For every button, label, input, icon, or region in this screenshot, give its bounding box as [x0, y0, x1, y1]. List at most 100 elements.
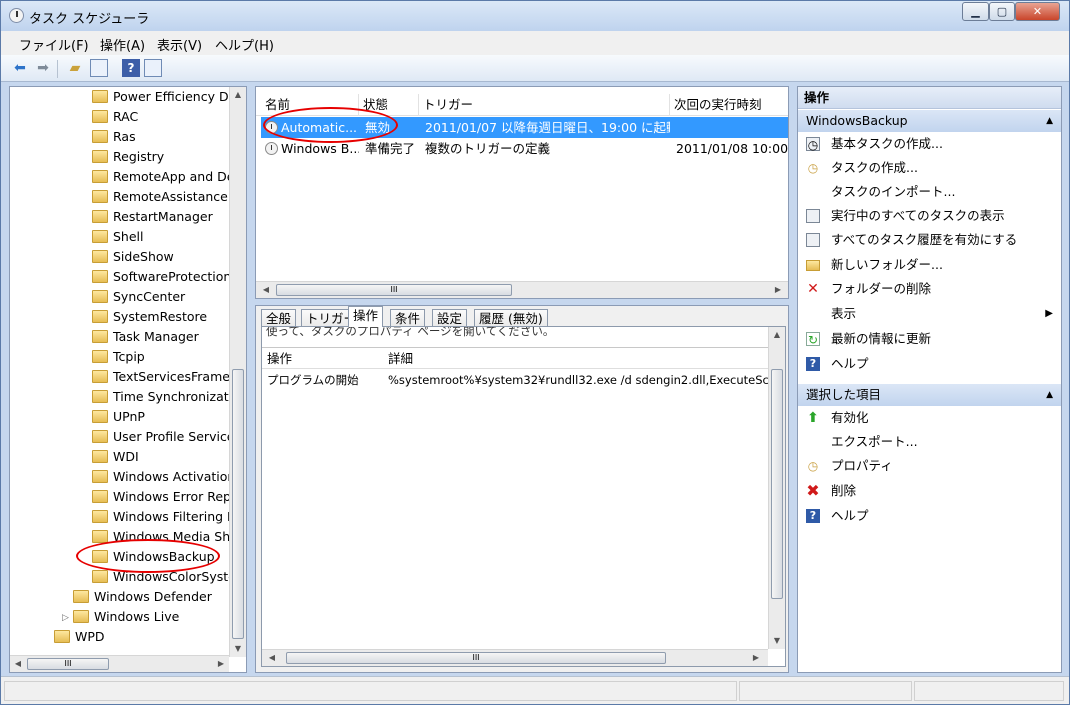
tree-item[interactable]: Windows Media Shar: [92, 528, 243, 546]
tree-item[interactable]: Windows Activation: [92, 468, 235, 486]
show-hide-tree-icon[interactable]: [90, 59, 108, 77]
task-row[interactable]: Automatic... 無効 2011/01/07 以降毎週日曜日、19:00…: [261, 117, 788, 138]
scroll-left-arrow-icon[interactable]: ◀: [264, 650, 280, 666]
tree-item[interactable]: WindowsColorSysten: [92, 568, 244, 586]
menu-action[interactable]: 操作(A): [100, 35, 145, 54]
collapse-caret-icon[interactable]: ▲: [1046, 110, 1053, 132]
actions-scroll-thumb[interactable]: [771, 369, 783, 599]
back-arrow-icon[interactable]: ⬅: [11, 59, 29, 77]
tree-item[interactable]: Windows Defender: [73, 588, 212, 606]
action-item[interactable]: すべてのタスク履歴を有効にする: [798, 229, 1061, 251]
actions-pane: 操作 WindowsBackup ▲ ◷ 基本タスクの作成... ◷ タスクの作成..…: [797, 86, 1062, 673]
action-item[interactable]: ◷ 基本タスクの作成...: [798, 133, 1061, 155]
action-item[interactable]: エクスポート...: [798, 431, 1061, 453]
task-name-cell: Windows B...: [265, 138, 359, 159]
tree-item[interactable]: SystemRestore: [92, 308, 207, 326]
tab-actions[interactable]: 操作: [348, 306, 384, 327]
action-item[interactable]: 表示 ▶: [798, 303, 1061, 325]
scroll-right-arrow-icon[interactable]: ▶: [770, 282, 786, 298]
tree-item-label: Task Manager: [113, 329, 199, 344]
tree-item[interactable]: User Profile Service: [92, 428, 235, 446]
folder-icon: [92, 310, 108, 323]
tree-item[interactable]: TextServicesFramew: [92, 368, 240, 386]
column-detail[interactable]: 詳細: [388, 348, 413, 370]
task-list-hscrollbar[interactable]: ◀ III ▶: [256, 281, 788, 298]
scroll-up-arrow-icon[interactable]: ▲: [230, 87, 246, 103]
tree-item[interactable]: Task Manager: [92, 328, 199, 346]
tree-item[interactable]: ▷ Windows Live: [62, 608, 179, 626]
tree-item-label: User Profile Service: [113, 429, 235, 444]
task-clock-icon: [265, 142, 278, 155]
tree-hscroll-thumb[interactable]: III: [27, 658, 109, 670]
scroll-right-arrow-icon[interactable]: ▶: [213, 656, 229, 672]
action-item[interactable]: タスクのインポート...: [798, 181, 1061, 203]
up-folder-icon[interactable]: ▰: [66, 59, 84, 77]
scroll-down-arrow-icon[interactable]: ▼: [769, 633, 785, 649]
scroll-left-arrow-icon[interactable]: ◀: [10, 656, 26, 672]
tree-item[interactable]: SyncCenter: [92, 288, 185, 306]
tree-item[interactable]: RestartManager: [92, 208, 213, 226]
menu-help[interactable]: ヘルプ(H): [215, 35, 274, 54]
close-button[interactable]: ✕: [1015, 2, 1060, 21]
tree-item[interactable]: WindowsBackup: [92, 548, 215, 566]
tree-item[interactable]: WDI: [92, 448, 139, 466]
tree-item[interactable]: SoftwareProtectionP: [92, 268, 239, 286]
tree-scroll-thumb[interactable]: [232, 369, 244, 639]
task-list-hscroll-thumb[interactable]: III: [276, 284, 512, 296]
help-icon[interactable]: ?: [122, 59, 140, 77]
show-hide-action-pane-icon[interactable]: [144, 59, 162, 77]
scroll-up-arrow-icon[interactable]: ▲: [769, 327, 785, 343]
actions-hscrollbar[interactable]: ◀ III ▶: [262, 649, 768, 666]
title-bar[interactable]: タスク スケジューラ ▁ ▢ ✕: [1, 1, 1069, 31]
action-item[interactable]: ? ヘルプ: [798, 353, 1061, 375]
scroll-left-arrow-icon[interactable]: ◀: [258, 282, 274, 298]
tree-item-label: SideShow: [113, 249, 174, 264]
expand-arrow-icon[interactable]: ▷: [62, 609, 69, 627]
scroll-down-arrow-icon[interactable]: ▼: [230, 641, 246, 657]
tree-item[interactable]: Windows Error Repo: [92, 488, 239, 506]
tree-vertical-scrollbar[interactable]: ▲ ▼: [229, 87, 246, 657]
action-item[interactable]: 新しいフォルダー...: [798, 254, 1061, 276]
tree-item[interactable]: WPD: [54, 628, 105, 646]
tree-item[interactable]: Ras: [92, 128, 136, 146]
action-item[interactable]: ◷ タスクの作成...: [798, 157, 1061, 179]
action-item[interactable]: ◷ プロパティ: [798, 455, 1061, 477]
column-action[interactable]: 操作: [267, 348, 292, 370]
column-name[interactable]: 名前: [261, 94, 359, 116]
tree-item[interactable]: Registry: [92, 148, 164, 166]
action-item[interactable]: ✖ 削除: [798, 480, 1061, 502]
collapse-caret-icon[interactable]: ▲: [1046, 384, 1053, 406]
menu-file[interactable]: ファイル(F): [19, 35, 89, 54]
maximize-button[interactable]: ▢: [989, 2, 1015, 21]
tree-item[interactable]: RemoteApp and Des: [92, 168, 241, 186]
action-item[interactable]: ↻ 最新の情報に更新: [798, 328, 1061, 350]
tree-item[interactable]: Power Efficiency Dia: [92, 88, 240, 106]
action-item[interactable]: ✕ フォルダーの削除: [798, 278, 1061, 300]
actions-hscroll-thumb[interactable]: III: [286, 652, 666, 664]
action-label: タスクの作成...: [831, 160, 918, 175]
tree-item[interactable]: Tcpip: [92, 348, 145, 366]
action-item[interactable]: ⬆ 有効化: [798, 407, 1061, 429]
column-trigger[interactable]: トリガー: [419, 94, 670, 116]
menu-view[interactable]: 表示(V): [157, 35, 202, 54]
forward-arrow-icon[interactable]: ➡: [34, 59, 52, 77]
actions-vscrollbar[interactable]: ▲ ▼: [768, 327, 785, 649]
tree-item[interactable]: Time Synchronizatio: [92, 388, 240, 406]
tree-item[interactable]: Windows Filtering Pl: [92, 508, 238, 526]
tree-item[interactable]: Shell: [92, 228, 144, 246]
section-windowsbackup-header[interactable]: WindowsBackup ▲: [798, 110, 1061, 132]
minimize-button[interactable]: ▁: [962, 2, 989, 21]
action-row[interactable]: プログラムの開始 %systemroot%¥system32¥rundll32.…: [262, 370, 769, 390]
tree-item[interactable]: UPnP: [92, 408, 145, 426]
column-status[interactable]: 状態: [359, 94, 419, 116]
scroll-right-arrow-icon[interactable]: ▶: [748, 650, 764, 666]
column-next-run[interactable]: 次回の実行時刻: [670, 94, 788, 116]
action-item[interactable]: ? ヘルプ: [798, 505, 1061, 527]
tree-item[interactable]: RAC: [92, 108, 138, 126]
action-item[interactable]: 実行中のすべてのタスクの表示: [798, 205, 1061, 227]
task-row[interactable]: Windows B... 準備完了 複数のトリガーの定義 2011/01/08 …: [261, 138, 788, 159]
tree-horizontal-scrollbar[interactable]: ◀ III ▶: [10, 655, 229, 672]
tree-item[interactable]: RemoteAssistance: [92, 188, 228, 206]
tree-item[interactable]: SideShow: [92, 248, 174, 266]
section-selected-item-header[interactable]: 選択した項目 ▲: [798, 384, 1061, 406]
